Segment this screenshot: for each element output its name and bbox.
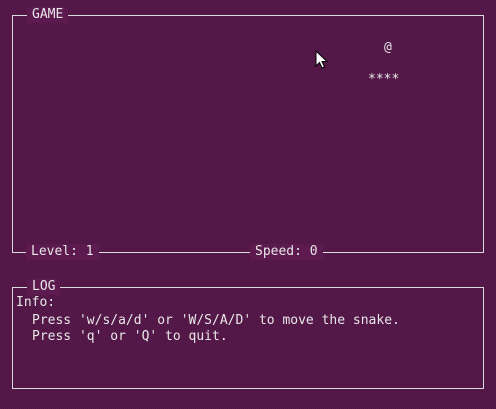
game-panel: GAME [12, 7, 484, 253]
log-panel-title: LOG [27, 279, 61, 295]
game-panel-title: GAME [27, 7, 69, 23]
level-indicator: Level: 1 [26, 244, 99, 260]
log-line-quit-help: Press 'q' or 'Q' to quit. [32, 329, 228, 344]
log-line-info: Info: [16, 295, 56, 310]
mouse-pointer-icon [315, 50, 329, 69]
snake-body: **** [368, 72, 400, 87]
speed-indicator: Speed: 0 [250, 244, 323, 260]
snake-head: @ [384, 40, 392, 55]
log-line-move-help: Press 'w/s/a/d' or 'W/S/A/D' to move the… [32, 313, 400, 328]
